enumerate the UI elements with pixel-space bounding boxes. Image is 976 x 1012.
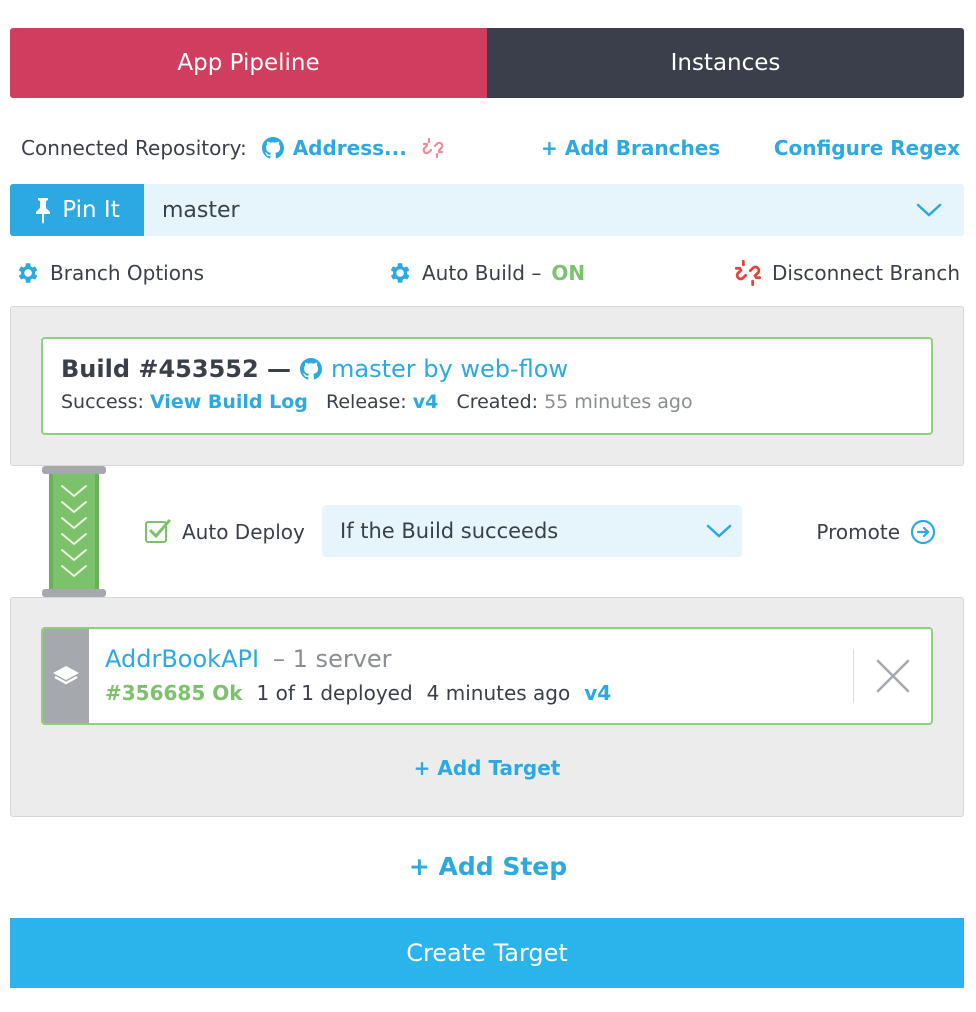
- pin-it-label: Pin It: [62, 197, 120, 223]
- pin-it-button[interactable]: Pin It: [10, 184, 144, 236]
- release-link[interactable]: v4: [413, 391, 439, 413]
- chevron-down-icon[interactable]: [894, 184, 964, 236]
- target-server-count: – 1 server: [273, 645, 392, 673]
- pipe-top-cap: [42, 466, 106, 474]
- branch-options-label: Branch Options: [50, 261, 205, 285]
- auto-deploy-row: Auto Deploy If the Build succeeds Promot…: [144, 505, 940, 559]
- pin-icon: [36, 198, 51, 224]
- auto-deploy-checkbox[interactable]: Auto Deploy: [144, 518, 305, 546]
- created-label: Created:: [456, 391, 539, 413]
- view-build-log-link[interactable]: View Build Log: [150, 391, 308, 413]
- auto-deploy-label: Auto Deploy: [182, 520, 305, 544]
- unlink-icon: [734, 259, 762, 287]
- configure-regex-link[interactable]: Configure Regex: [774, 136, 960, 160]
- repository-link[interactable]: Address...: [261, 136, 407, 160]
- arrow-right-circle-icon: [910, 519, 936, 545]
- repository-row: Connected Repository: Address... + Add B…: [21, 128, 964, 168]
- branch-options-button[interactable]: Branch Options: [14, 260, 204, 286]
- chevron-down-icon: [706, 524, 732, 538]
- repository-name: Address...: [292, 136, 407, 160]
- pipeline-connector: [42, 466, 106, 597]
- create-target-button[interactable]: Create Target: [10, 918, 964, 988]
- release-label: Release:: [326, 391, 407, 413]
- disconnect-branch-label: Disconnect Branch: [771, 261, 960, 285]
- gear-icon: [18, 263, 38, 283]
- branch-options-row: Branch Options Auto Build – ON Disconnec…: [14, 254, 964, 292]
- disconnect-branch-button[interactable]: Disconnect Branch: [734, 259, 960, 287]
- unlink-repository-icon[interactable]: [421, 136, 445, 160]
- promote-button[interactable]: Promote: [816, 519, 936, 545]
- github-icon: [261, 137, 284, 159]
- target-strip: [43, 629, 89, 723]
- promote-label: Promote: [816, 520, 900, 544]
- build-branch-link[interactable]: master by web-flow: [331, 355, 568, 383]
- created-time: 55 minutes ago: [544, 391, 693, 413]
- deploy-time: 4 minutes ago: [426, 681, 571, 705]
- top-tabs: App Pipeline Instances: [10, 28, 964, 98]
- remove-target-button[interactable]: [853, 649, 931, 703]
- build-panel: Build #453552 — master by web-flow Succe…: [10, 306, 964, 466]
- target-card[interactable]: AddrBookAPI – 1 server #356685 Ok 1 of 1…: [41, 627, 933, 725]
- tab-instances[interactable]: Instances: [487, 28, 964, 98]
- auto-build-label: Auto Build –: [422, 261, 542, 285]
- repository-label: Connected Repository:: [21, 136, 247, 160]
- gear-icon: [390, 263, 410, 283]
- deploy-condition-value: If the Build succeeds: [340, 519, 559, 543]
- checkbox-checked-icon: [145, 519, 171, 543]
- target-panel: AddrBookAPI – 1 server #356685 Ok 1 of 1…: [10, 597, 964, 817]
- branch-value: master: [162, 197, 240, 223]
- chevrons-down-icon: [61, 484, 87, 577]
- pipe-bottom-cap: [42, 589, 106, 597]
- target-release-link[interactable]: v4: [584, 681, 611, 705]
- add-step-link[interactable]: + Add Step: [0, 852, 976, 881]
- github-icon: [300, 358, 323, 380]
- deployed-count: 1 of 1 deployed: [256, 681, 413, 705]
- build-status-label: Success:: [61, 391, 144, 413]
- stack-icon: [53, 666, 79, 685]
- deploy-condition-select[interactable]: If the Build succeeds: [322, 505, 742, 557]
- auto-build-state: ON: [551, 261, 586, 285]
- deployment-id[interactable]: #356685 Ok: [105, 681, 243, 705]
- add-target-link[interactable]: + Add Target: [11, 756, 963, 780]
- build-card[interactable]: Build #453552 — master by web-flow Succe…: [41, 337, 933, 435]
- auto-build-toggle[interactable]: Auto Build – ON: [386, 260, 585, 286]
- build-number: Build #453552 —: [61, 355, 292, 383]
- branch-select[interactable]: Pin It master: [10, 184, 964, 236]
- pipe-body: [49, 474, 99, 589]
- tab-app-pipeline[interactable]: App Pipeline: [10, 28, 487, 98]
- target-name-link[interactable]: AddrBookAPI: [105, 645, 259, 673]
- add-branches-link[interactable]: + Add Branches: [541, 136, 720, 160]
- close-icon: [876, 659, 909, 693]
